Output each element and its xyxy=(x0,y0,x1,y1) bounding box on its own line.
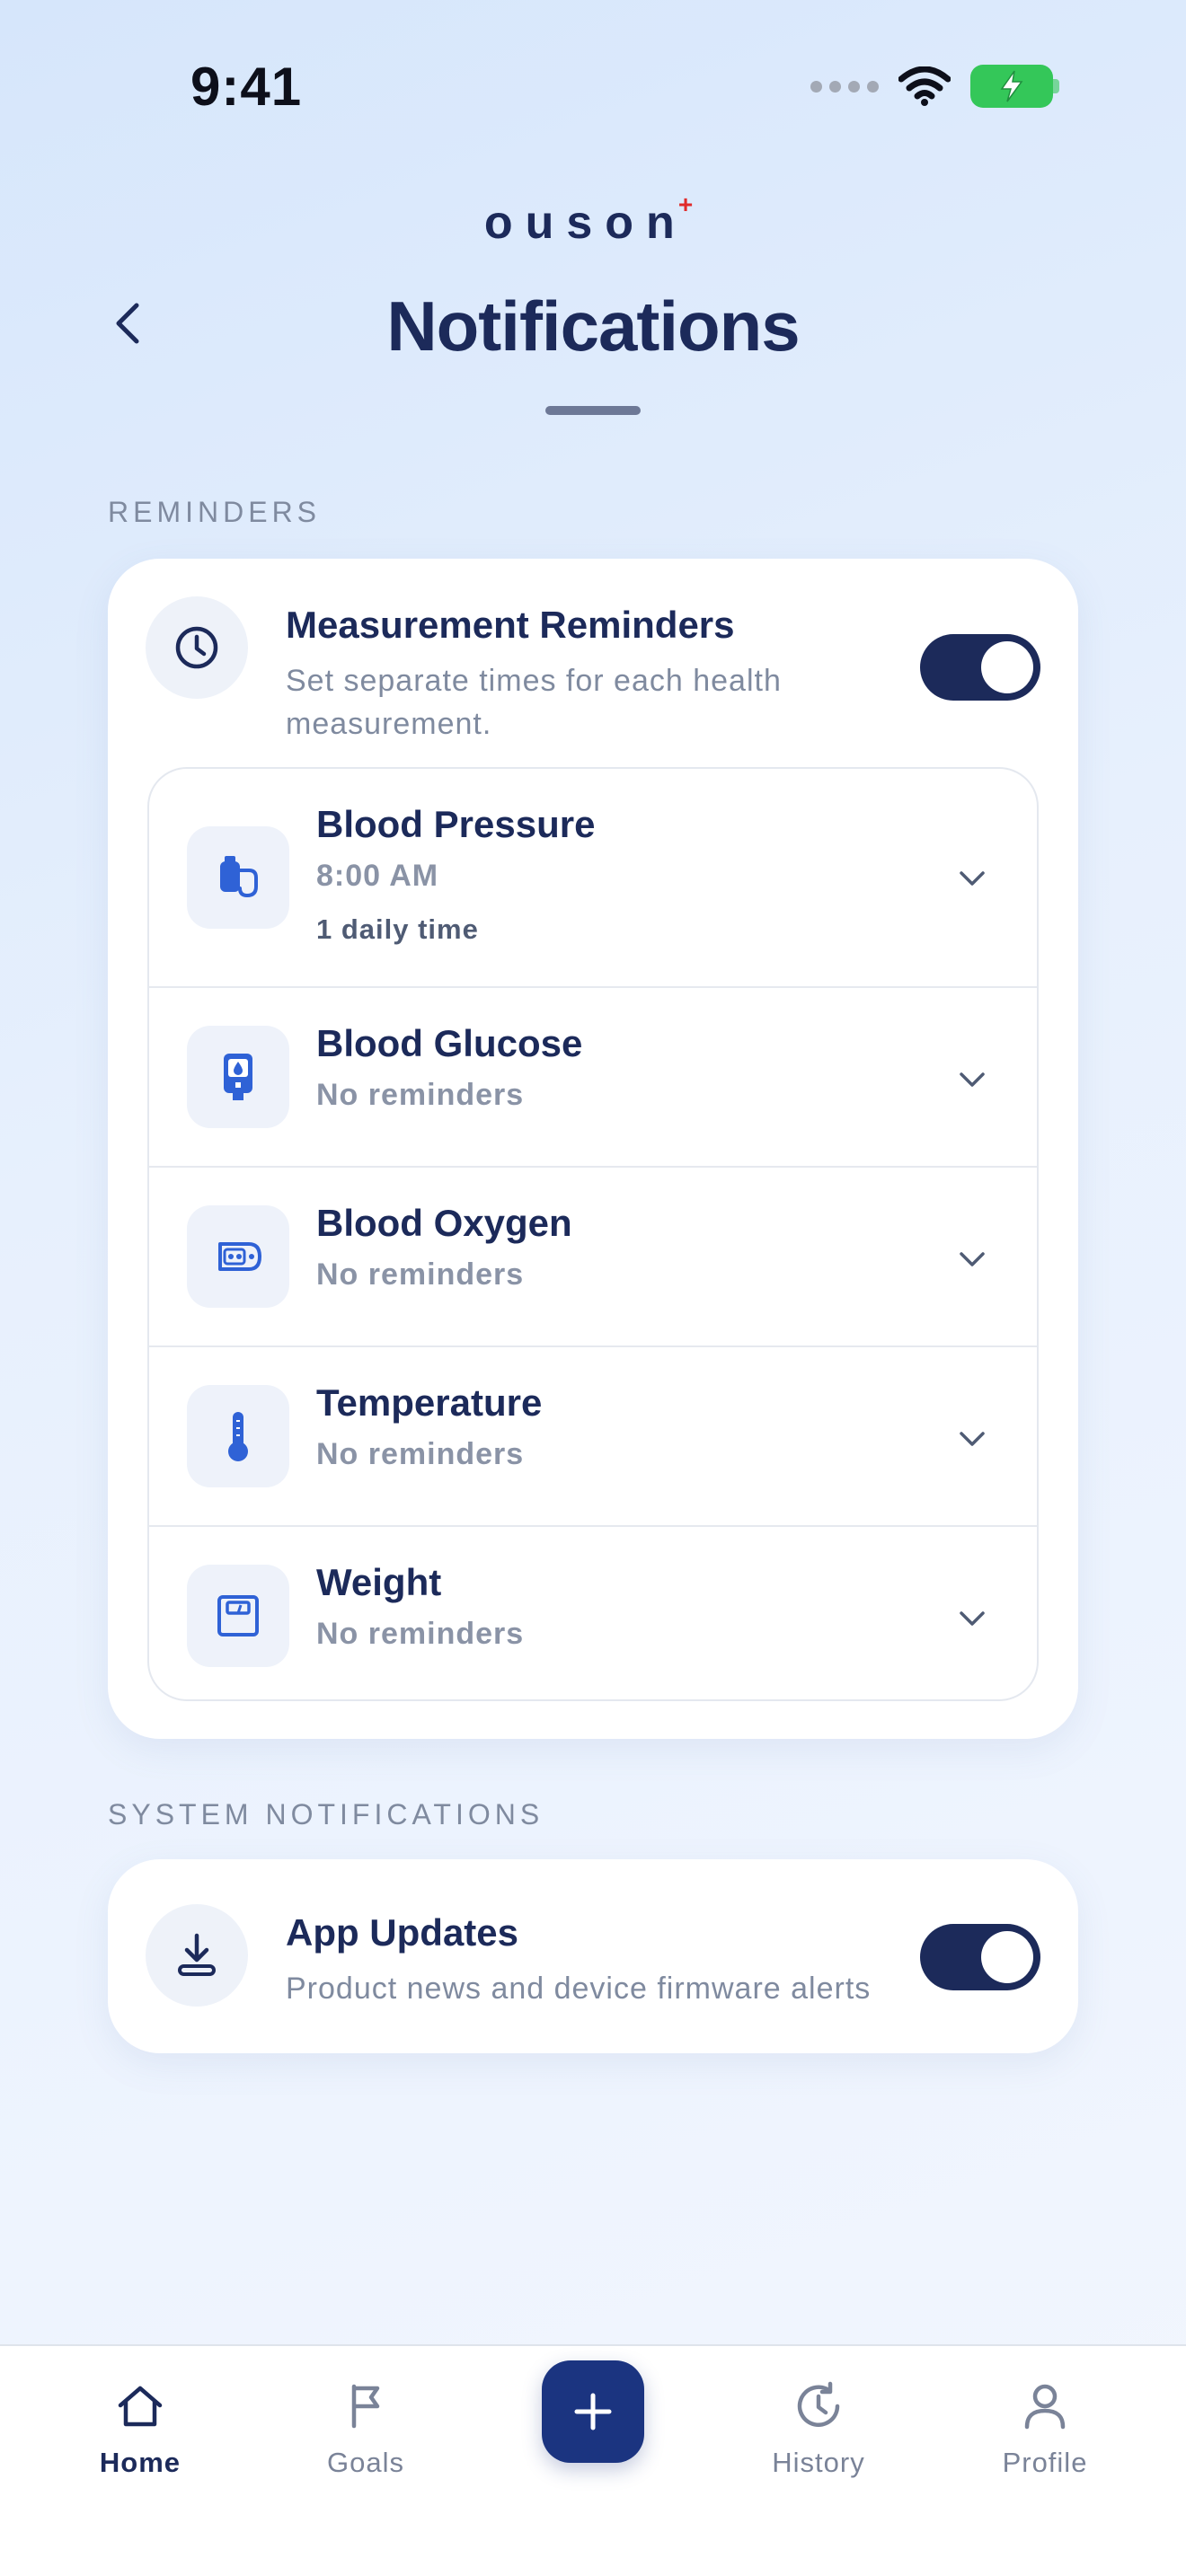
status-icons xyxy=(810,65,1060,108)
reminder-item-title: Temperature xyxy=(316,1381,543,1424)
logo-plus-icon: + xyxy=(677,190,694,218)
reminder-item-status: No reminders xyxy=(316,1617,525,1651)
reminder-list: Blood Pressure 8:00 AM 1 daily time Bloo… xyxy=(147,767,1039,1701)
measurement-reminders-toggle[interactable] xyxy=(920,634,1040,701)
reminder-item-title: Blood Glucose xyxy=(316,1022,583,1064)
wifi-icon xyxy=(898,66,951,106)
chevron-down-icon[interactable] xyxy=(954,1241,990,1277)
tab-history[interactable]: History xyxy=(729,2366,908,2479)
clock-icon xyxy=(146,596,248,699)
reminder-item-blood-pressure[interactable]: Blood Pressure 8:00 AM 1 daily time xyxy=(149,769,1037,988)
reminder-item-blood-glucose[interactable]: Blood Glucose No reminders xyxy=(149,988,1037,1168)
add-measurement-button[interactable] xyxy=(542,2360,644,2463)
status-bar: 9:41 xyxy=(0,0,1186,171)
reminder-item-status: No reminders xyxy=(316,1078,525,1112)
measurement-reminders-title: Measurement Reminders xyxy=(286,604,735,646)
tab-profile[interactable]: Profile xyxy=(955,2366,1135,2479)
tab-home[interactable]: Home xyxy=(50,2366,230,2479)
title-underline xyxy=(545,406,641,415)
chevron-down-icon[interactable] xyxy=(954,860,990,896)
brand-logo: ouson+ xyxy=(483,190,694,249)
reminder-item-weight[interactable]: Weight No reminders xyxy=(149,1527,1037,1699)
home-icon xyxy=(50,2366,230,2447)
measurement-reminders-row: Measurement Reminders Set separate times… xyxy=(146,596,1040,745)
signal-dots-icon xyxy=(810,80,879,93)
scale-icon xyxy=(187,1565,289,1667)
app-updates-toggle[interactable] xyxy=(920,1924,1040,1990)
reminder-item-blood-oxygen[interactable]: Blood Oxygen No reminders xyxy=(149,1168,1037,1347)
tab-bar: Home Goals History Profile xyxy=(0,2344,1186,2576)
plus-icon xyxy=(574,2393,612,2430)
reminder-item-title: Blood Pressure xyxy=(316,803,596,845)
chevron-down-icon[interactable] xyxy=(954,1421,990,1457)
chevron-down-icon[interactable] xyxy=(954,1601,990,1636)
reminder-item-title: Weight xyxy=(316,1561,442,1603)
reminder-item-status: No reminders xyxy=(316,1437,525,1471)
page-title: Notifications xyxy=(386,287,800,366)
reminder-item-status: No reminders xyxy=(316,1257,525,1292)
reminders-card: Measurement Reminders Set separate times… xyxy=(108,559,1078,1739)
download-icon xyxy=(146,1904,248,2007)
user-icon xyxy=(955,2366,1135,2447)
reminder-item-temperature[interactable]: Temperature No reminders xyxy=(149,1347,1037,1527)
section-label-reminders: REMINDERS xyxy=(108,496,322,528)
chevron-down-icon[interactable] xyxy=(954,1062,990,1098)
battery-icon xyxy=(970,65,1060,108)
reminder-item-time: 8:00 AM xyxy=(316,859,439,893)
thermometer-icon xyxy=(187,1385,289,1487)
history-icon xyxy=(729,2366,908,2447)
section-label-system-notifications: SYSTEM NOTIFICATIONS xyxy=(108,1798,544,1831)
system-notifications-card: App Updates Product news and device firm… xyxy=(108,1859,1078,2053)
status-time: 9:41 xyxy=(190,57,303,117)
reminder-item-title: Blood Oxygen xyxy=(316,1202,572,1244)
app-updates-row: App Updates Product news and device firm… xyxy=(146,1904,1040,2010)
blood-pressure-icon xyxy=(187,826,289,929)
tab-goals[interactable]: Goals xyxy=(276,2366,456,2479)
reminder-item-count: 1 daily time xyxy=(316,913,479,945)
flag-icon xyxy=(276,2366,456,2447)
glucose-meter-icon xyxy=(187,1026,289,1128)
oximeter-icon xyxy=(187,1205,289,1308)
